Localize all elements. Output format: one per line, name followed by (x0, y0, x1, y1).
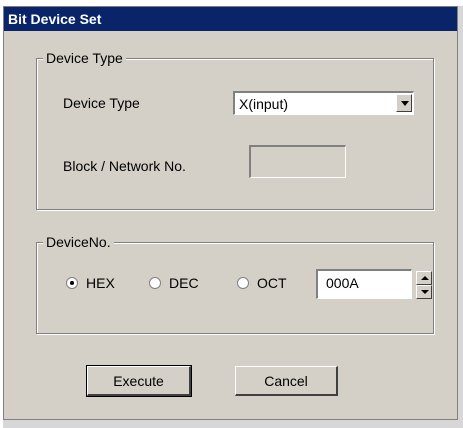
device-type-label: Device Type (63, 95, 140, 111)
device-type-select-value: X(input) (239, 96, 289, 112)
spin-down-button[interactable] (416, 285, 432, 299)
chevron-down-icon (401, 101, 409, 106)
radio-icon (66, 277, 78, 289)
radio-oct[interactable]: OCT (237, 275, 287, 291)
device-no-value: 000A (326, 275, 359, 291)
radio-icon (237, 277, 249, 289)
cancel-button-label: Cancel (264, 372, 308, 389)
radio-hex-label: HEX (86, 275, 115, 291)
cancel-button[interactable]: Cancel (235, 366, 338, 396)
spin-up-button[interactable] (416, 271, 432, 285)
spin-up-icon (421, 276, 429, 280)
device-no-spinner[interactable] (416, 271, 432, 299)
window-shadow-bottom (3, 420, 463, 428)
block-network-field[interactable] (249, 145, 346, 178)
radio-oct-label: OCT (257, 275, 287, 291)
execute-button[interactable]: Execute (86, 365, 192, 397)
radio-dec[interactable]: DEC (149, 275, 199, 291)
device-no-input[interactable]: 000A (316, 269, 412, 299)
radio-dec-label: DEC (169, 275, 199, 291)
window-shadow-right (458, 6, 463, 420)
execute-button-label: Execute (113, 372, 164, 389)
radio-selected-dot (70, 281, 74, 285)
dropdown-button[interactable] (396, 94, 412, 112)
radio-icon (149, 277, 161, 289)
device-no-group-title: DeviceNo. (43, 234, 114, 250)
window-title: Bit Device Set (8, 11, 102, 27)
device-type-group-title: Device Type (43, 50, 126, 66)
spin-down-icon (421, 290, 429, 294)
title-bar[interactable]: Bit Device Set (4, 7, 457, 31)
device-type-group: Device Type (36, 50, 434, 210)
bit-device-set-dialog: Bit Device Set Device Type Device Type X… (3, 6, 458, 420)
radio-hex[interactable]: HEX (66, 275, 115, 291)
block-network-label: Block / Network No. (63, 158, 186, 174)
device-type-select[interactable]: X(input) (233, 91, 414, 115)
